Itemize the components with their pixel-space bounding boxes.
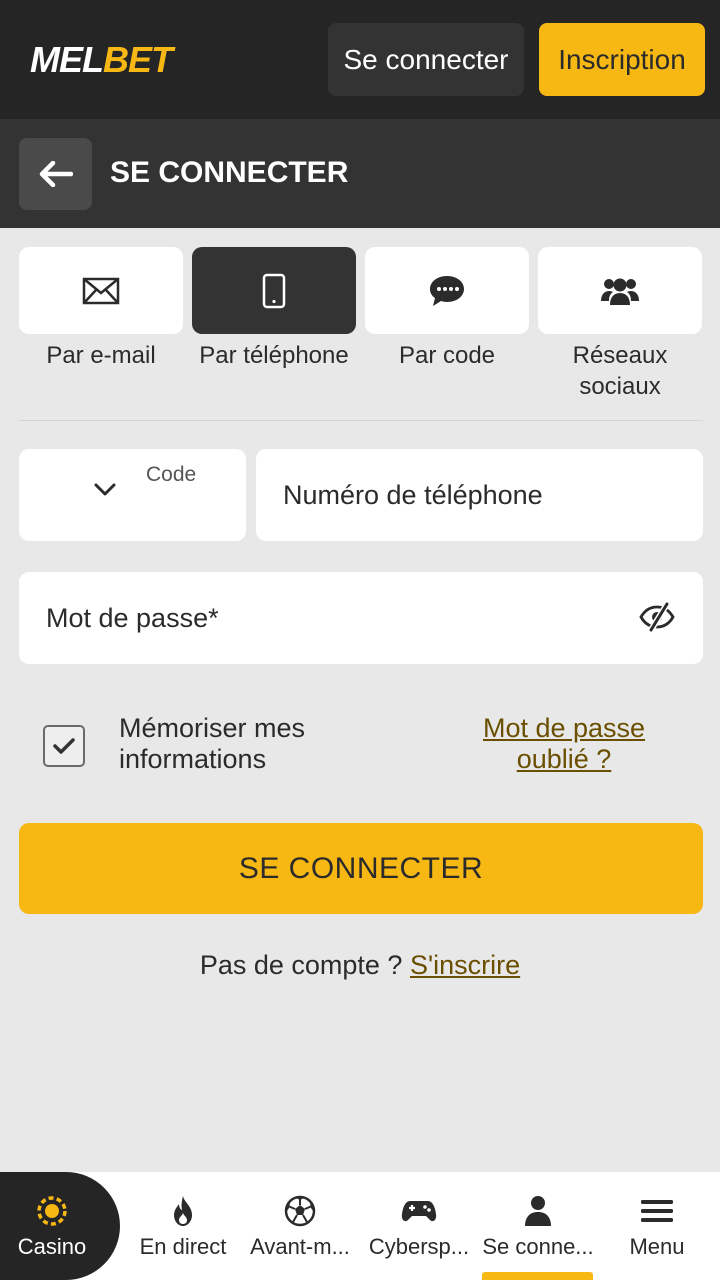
eye-slash-icon[interactable] (638, 602, 676, 632)
tab-social[interactable] (538, 247, 702, 334)
header-register-button[interactable]: Inscription (539, 23, 705, 96)
back-button[interactable] (19, 138, 92, 210)
envelope-icon (82, 277, 120, 304)
soccer-ball-icon (284, 1195, 316, 1227)
header-login-button[interactable]: Se connecter (328, 23, 524, 96)
users-icon (601, 278, 639, 305)
tab-code[interactable] (365, 247, 529, 334)
chevron-down-icon (94, 483, 116, 496)
phone-number-field[interactable] (256, 449, 703, 541)
remember-label[interactable]: Mémoriser mes informations (119, 713, 359, 775)
nav-casino-label: Casino (17, 1234, 87, 1259)
signup-link[interactable]: S'inscrire (410, 950, 520, 980)
chat-bubble-icon (430, 275, 464, 306)
divider (19, 420, 703, 421)
nav-live[interactable]: En direct (128, 1172, 238, 1280)
active-nav-indicator (482, 1272, 593, 1280)
tab-code-label: Par code (398, 342, 496, 369)
melbet-logo[interactable]: MELBET (30, 38, 173, 82)
nav-login-label: Se conne... (482, 1234, 594, 1259)
phone-number-input[interactable] (283, 449, 641, 541)
nav-menu-label: Menu (629, 1234, 685, 1259)
country-code-label: Code (146, 463, 197, 486)
page-title: SE CONNECTER (110, 156, 349, 189)
tab-email-label: Par e-mail (46, 342, 156, 369)
submit-login-button[interactable]: SE CONNECTER (19, 823, 703, 914)
casino-chip-icon (37, 1196, 67, 1226)
tab-social-label: Réseaux sociaux (572, 342, 668, 400)
hamburger-menu-icon (641, 1200, 673, 1222)
country-code-select[interactable]: Code (19, 449, 246, 541)
tab-phone-label: Par téléphone (199, 342, 349, 369)
nav-menu[interactable]: Menu (602, 1172, 712, 1280)
arrow-left-icon (39, 161, 73, 187)
top-bar: MELBET Se connecter Inscription (0, 0, 720, 119)
nav-login[interactable]: Se conne... (480, 1172, 596, 1280)
no-account-row: Pas de compte ? S'inscrire (0, 950, 720, 981)
nav-prematch-label: Avant-m... (250, 1234, 350, 1259)
nav-casino[interactable]: Casino (0, 1172, 120, 1280)
smartphone-icon (262, 273, 286, 308)
checkmark-icon (53, 738, 75, 754)
nav-prematch[interactable]: Avant-m... (244, 1172, 356, 1280)
forgot-password-link[interactable]: Mot de passe oublié ? (470, 713, 658, 775)
flame-icon (174, 1196, 192, 1226)
logo-text-bet: BET (103, 39, 173, 80)
nav-cybersport[interactable]: Cybersp... (362, 1172, 476, 1280)
no-account-text: Pas de compte ? (199, 950, 403, 980)
logo-text-mel: MEL (30, 39, 104, 80)
bottom-navigation: Casino En direct Avant-m... Cybersp... S… (0, 1172, 720, 1280)
password-field[interactable] (19, 572, 703, 664)
tab-phone[interactable] (192, 247, 356, 334)
page-header: SE CONNECTER (0, 119, 720, 228)
gamepad-icon (401, 1201, 437, 1222)
password-input[interactable] (46, 572, 594, 664)
tab-email[interactable] (19, 247, 183, 334)
nav-live-label: En direct (139, 1234, 227, 1259)
remember-checkbox[interactable] (43, 725, 85, 767)
user-icon (525, 1196, 551, 1226)
nav-cybersport-label: Cybersp... (368, 1234, 470, 1259)
